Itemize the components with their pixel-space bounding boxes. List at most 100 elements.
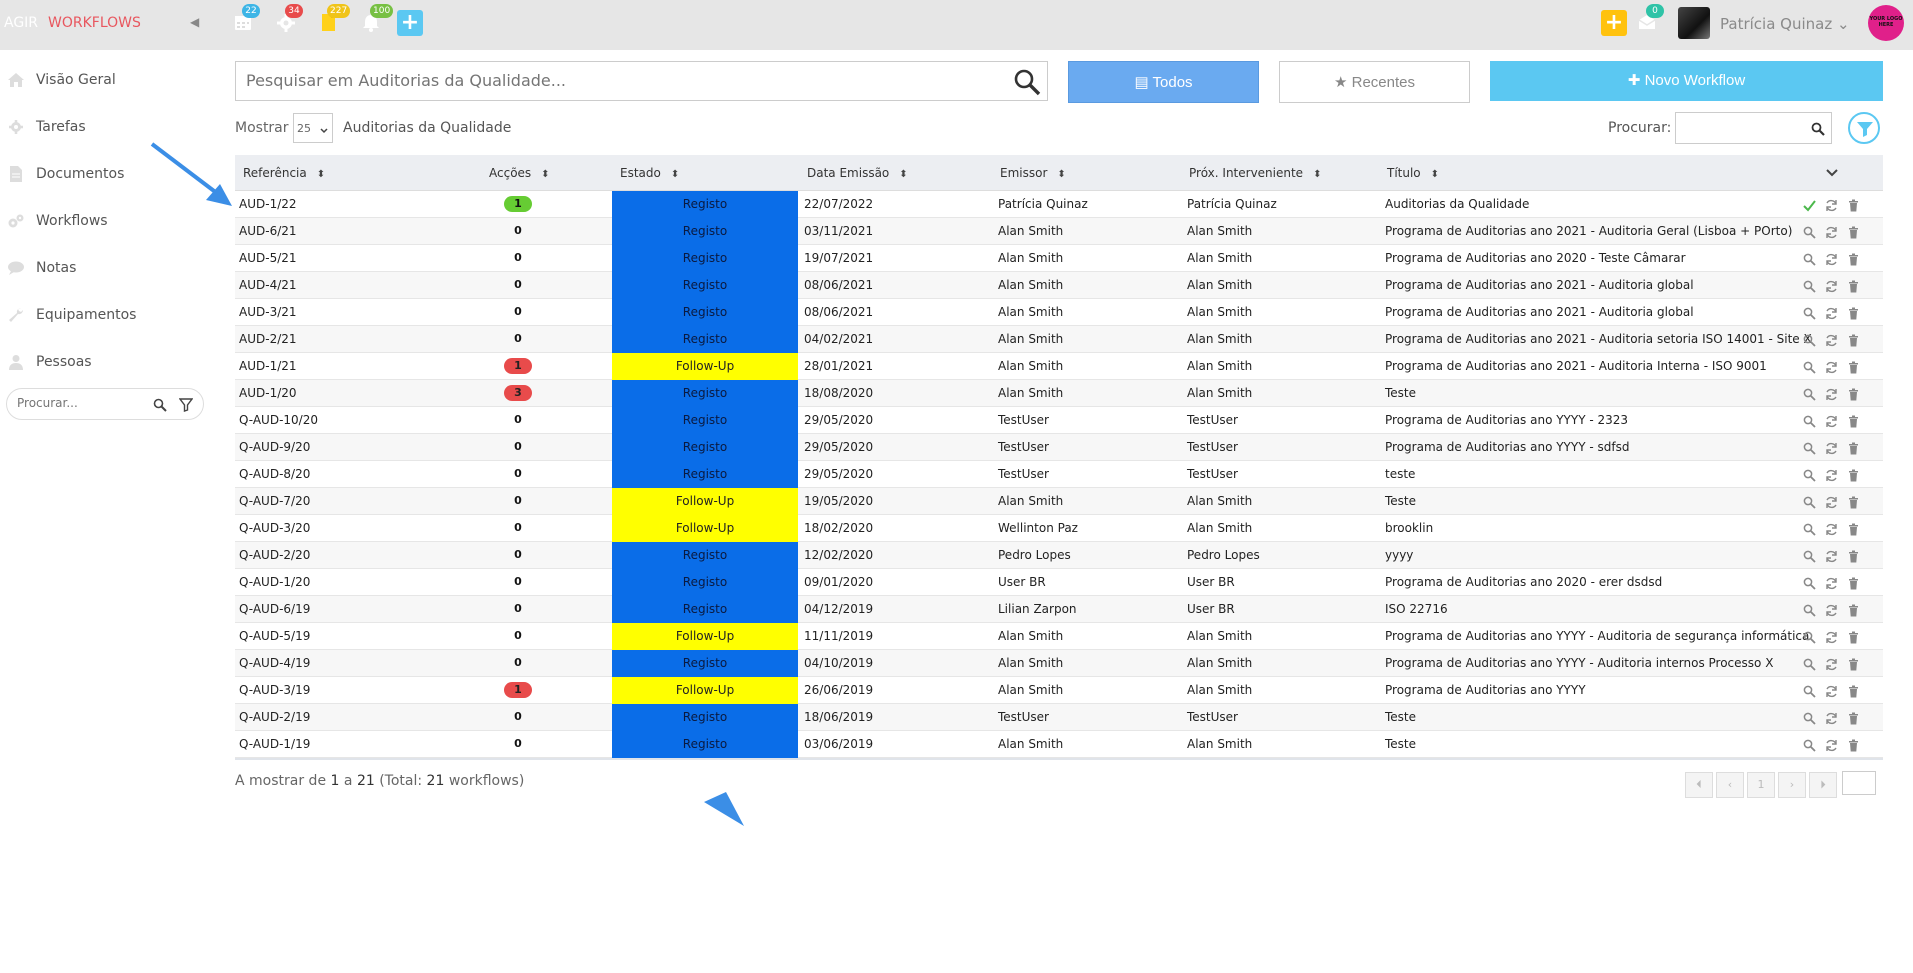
trash-icon[interactable] — [1847, 413, 1860, 432]
trash-icon[interactable] — [1847, 278, 1860, 297]
recentes-button[interactable]: ★ Recentes — [1279, 61, 1470, 103]
refresh-icon[interactable] — [1825, 440, 1838, 459]
user-menu[interactable]: Patrícia Quinaz ⌄ — [1720, 15, 1850, 33]
table-row[interactable]: Q-AUD-2/20 0 Registo 12/02/2020 Pedro Lopes P… — [235, 542, 1883, 569]
cell-referencia[interactable]: Q-AUD-2/19 — [239, 710, 310, 724]
filter-icon[interactable] — [178, 397, 194, 416]
table-row[interactable]: Q-AUD-10/20 0 Registo 29/05/2020 TestUser Tes… — [235, 407, 1883, 434]
refresh-icon[interactable] — [1825, 224, 1838, 243]
cell-referencia[interactable]: Q-AUD-6/19 — [239, 602, 310, 616]
cell-referencia[interactable]: AUD-1/21 — [239, 359, 297, 373]
table-row[interactable]: Q-AUD-4/19 0 Registo 04/10/2019 Alan Smith Al… — [235, 650, 1883, 677]
table-row[interactable]: Q-AUD-1/20 0 Registo 09/01/2020 User BR User … — [235, 569, 1883, 596]
trash-icon[interactable] — [1847, 332, 1860, 351]
novo-workflow-button[interactable]: ✚ Novo Workflow — [1490, 61, 1883, 101]
refresh-icon[interactable] — [1825, 467, 1838, 486]
table-row[interactable]: AUD-1/21 1 Follow-Up 28/01/2021 Alan Smith Al… — [235, 353, 1883, 380]
trash-icon[interactable] — [1847, 197, 1860, 216]
pager-first-button[interactable]: ⏴ — [1685, 772, 1713, 798]
column-header-prox-interveniente[interactable]: Próx. Interveniente ⬍ — [1189, 166, 1321, 180]
search-icon[interactable] — [153, 397, 167, 416]
cell-referencia[interactable]: AUD-2/21 — [239, 332, 297, 346]
refresh-icon[interactable] — [1825, 386, 1838, 405]
pager-next-button[interactable]: › — [1778, 772, 1806, 798]
search-icon[interactable] — [1013, 68, 1041, 100]
quick-add-button[interactable]: + — [1601, 10, 1627, 36]
table-row[interactable]: Q-AUD-8/20 0 Registo 29/05/2020 TestUser Test… — [235, 461, 1883, 488]
pager-prev-button[interactable]: ‹ — [1716, 772, 1744, 798]
trash-icon[interactable] — [1847, 629, 1860, 648]
table-row[interactable]: AUD-5/21 0 Registo 19/07/2021 Alan Smith Alan… — [235, 245, 1883, 272]
trash-icon[interactable] — [1847, 575, 1860, 594]
sidebar-search-input[interactable] — [17, 396, 147, 410]
trash-icon[interactable] — [1847, 494, 1860, 513]
settings-icon[interactable]: 34 — [275, 4, 303, 33]
search-icon[interactable] — [1803, 656, 1816, 675]
bell-icon[interactable]: 100 — [360, 4, 394, 33]
search-icon[interactable] — [1803, 710, 1816, 729]
search-icon[interactable] — [1803, 332, 1816, 351]
cell-referencia[interactable]: Q-AUD-5/19 — [239, 629, 310, 643]
chevron-down-icon[interactable] — [1825, 163, 1839, 182]
messages-icon[interactable]: 0 — [1636, 4, 1664, 33]
refresh-icon[interactable] — [1825, 602, 1838, 621]
sidebar-item-workflows[interactable]: Workflows — [0, 206, 210, 236]
refresh-icon[interactable] — [1825, 575, 1838, 594]
refresh-icon[interactable] — [1825, 278, 1838, 297]
refresh-icon[interactable] — [1825, 629, 1838, 648]
pager-current-page[interactable]: 1 — [1747, 772, 1775, 798]
cell-referencia[interactable]: AUD-4/21 — [239, 278, 297, 292]
cell-referencia[interactable]: Q-AUD-9/20 — [239, 440, 310, 454]
sidebar-item-tarefas[interactable]: Tarefas — [0, 112, 210, 142]
search-icon[interactable] — [1803, 251, 1816, 270]
cell-referencia[interactable]: AUD-6/21 — [239, 224, 297, 238]
collapse-sidebar-icon[interactable]: ◀ — [190, 15, 199, 29]
trash-icon[interactable] — [1847, 602, 1860, 621]
column-header-data-emissao[interactable]: Data Emissão ⬍ — [807, 166, 908, 180]
table-row[interactable]: Q-AUD-5/19 0 Follow-Up 11/11/2019 Alan Smith… — [235, 623, 1883, 650]
refresh-icon[interactable] — [1825, 494, 1838, 513]
cell-referencia[interactable]: Q-AUD-3/20 — [239, 521, 310, 535]
search-icon[interactable] — [1811, 121, 1825, 140]
sidebar-item-pessoas[interactable]: Pessoas — [0, 347, 210, 377]
search-icon[interactable] — [1803, 683, 1816, 702]
trash-icon[interactable] — [1847, 683, 1860, 702]
page-size-select[interactable]: 25 — [293, 113, 333, 143]
add-plus-button[interactable]: + — [397, 10, 423, 36]
cell-referencia[interactable]: Q-AUD-7/20 — [239, 494, 310, 508]
refresh-icon[interactable] — [1825, 332, 1838, 351]
search-icon[interactable] — [1803, 305, 1816, 324]
todos-button[interactable]: ▤ Todos — [1068, 61, 1259, 103]
trash-icon[interactable] — [1847, 359, 1860, 378]
trash-icon[interactable] — [1847, 386, 1860, 405]
trash-icon[interactable] — [1847, 224, 1860, 243]
cell-referencia[interactable]: Q-AUD-2/20 — [239, 548, 310, 562]
check-icon[interactable] — [1803, 197, 1816, 216]
trash-icon[interactable] — [1847, 251, 1860, 270]
table-row[interactable]: AUD-3/21 0 Registo 08/06/2021 Alan Smith Alan… — [235, 299, 1883, 326]
table-row[interactable]: AUD-1/22 1 Registo 22/07/2022 Patrícia Quina… — [235, 191, 1883, 218]
refresh-icon[interactable] — [1825, 737, 1838, 756]
filter-button[interactable] — [1848, 112, 1880, 144]
table-row[interactable]: AUD-2/21 0 Registo 04/02/2021 Alan Smith Alan… — [235, 326, 1883, 353]
sidebar-item-visao-geral[interactable]: Visão Geral — [0, 65, 210, 95]
table-row[interactable]: Q-AUD-7/20 0 Follow-Up 19/05/2020 Alan Smith… — [235, 488, 1883, 515]
cell-referencia[interactable]: Q-AUD-8/20 — [239, 467, 310, 481]
sidebar-item-notas[interactable]: Notas — [0, 253, 210, 283]
pager-goto-input[interactable] — [1842, 771, 1876, 795]
trash-icon[interactable] — [1847, 710, 1860, 729]
table-row[interactable]: Q-AUD-3/19 1 Follow-Up 26/06/2019 Alan Smith… — [235, 677, 1883, 704]
refresh-icon[interactable] — [1825, 413, 1838, 432]
search-icon[interactable] — [1803, 278, 1816, 297]
sidebar-item-equipamentos[interactable]: Equipamentos — [0, 300, 210, 330]
cell-referencia[interactable]: AUD-1/20 — [239, 386, 297, 400]
table-row[interactable]: AUD-6/21 0 Registo 03/11/2021 Alan Smith Alan… — [235, 218, 1883, 245]
trash-icon[interactable] — [1847, 467, 1860, 486]
trash-icon[interactable] — [1847, 305, 1860, 324]
column-header-titulo[interactable]: Título ⬍ — [1387, 166, 1439, 180]
cell-referencia[interactable]: AUD-5/21 — [239, 251, 297, 265]
cell-referencia[interactable]: AUD-3/21 — [239, 305, 297, 319]
main-search-input[interactable] — [246, 71, 1006, 90]
table-row[interactable]: AUD-1/20 3 Registo 18/08/2020 Alan Smith Alan… — [235, 380, 1883, 407]
search-icon[interactable] — [1803, 521, 1816, 540]
